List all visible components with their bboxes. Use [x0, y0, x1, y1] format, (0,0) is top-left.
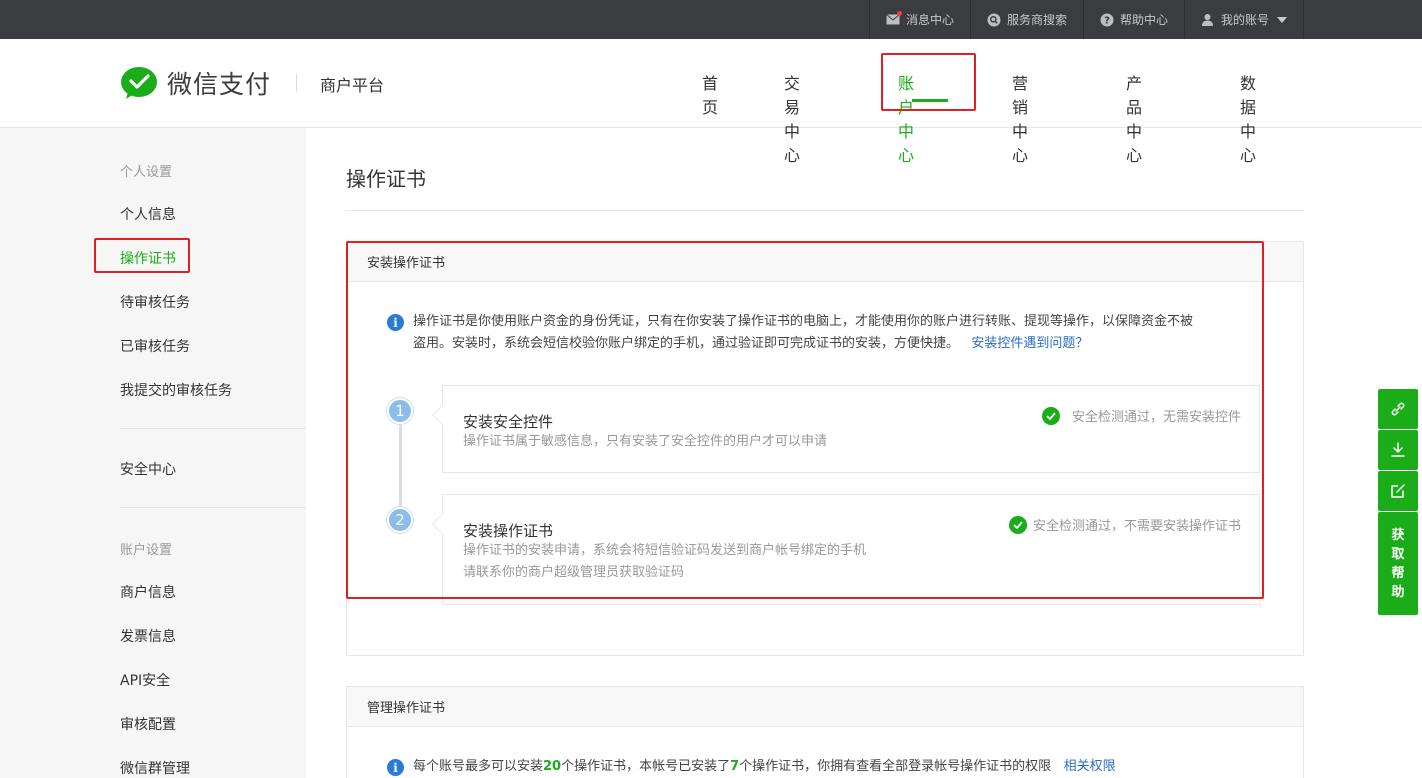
sidebar-item-invoice-info[interactable]: 发票信息	[120, 626, 176, 646]
get-help-char: 获	[1391, 527, 1405, 543]
topbar-provider-search-label: 服务商搜索	[1006, 13, 1067, 27]
nav-trade-center[interactable]: 交易中心	[784, 70, 800, 166]
get-help-char: 取	[1391, 546, 1405, 562]
topbar-provider-search[interactable]: 服务商搜索	[969, 0, 1083, 39]
mail-icon	[886, 10, 902, 27]
sidebar-group-account: 账户设置	[120, 543, 173, 558]
sidebar-item-personal-info[interactable]: 个人信息	[120, 204, 176, 224]
topbar-help-center[interactable]: ? 帮助中心	[1082, 0, 1184, 39]
svg-text:?: ?	[1104, 15, 1110, 26]
max-cert-count: 20	[543, 759, 562, 774]
sidebar-item-my-submitted[interactable]: 我提交的审核任务	[120, 380, 232, 400]
nav-data-center[interactable]: 数据中心	[1240, 70, 1256, 166]
link-button[interactable]	[1378, 389, 1418, 429]
nav-marketing-center[interactable]: 营销中心	[1012, 70, 1028, 166]
sidebar-item-wechat-group[interactable]: 微信群管理	[120, 758, 190, 778]
topbar-messages[interactable]: 消息中心	[868, 0, 970, 39]
sidebar: 个人设置 个人信息 操作证书 待审核任务 已审核任务 我提交的审核任务 安全中心…	[0, 128, 306, 778]
download-icon	[1391, 442, 1405, 457]
edit-button[interactable]	[1378, 471, 1418, 511]
search-icon	[987, 13, 1001, 27]
download-button[interactable]	[1378, 430, 1418, 470]
sidebar-item-pending-review[interactable]: 待审核任务	[120, 292, 190, 312]
help-icon: ?	[1100, 13, 1114, 27]
floating-toolbar: 获 取 帮 助	[1378, 389, 1418, 615]
highlight-sidebar-operation-cert	[94, 238, 190, 273]
nav-home[interactable]: 首页	[702, 70, 718, 118]
topbar-help-center-label: 帮助中心	[1119, 13, 1168, 27]
sidebar-item-review-config[interactable]: 审核配置	[120, 714, 176, 734]
installed-cert-count: 7	[730, 759, 740, 774]
manage-info-text: 每个账号最多可以安装20个操作证书，本帐号已安装了7个操作证书，你拥有查看全部登…	[413, 756, 1283, 778]
get-help-char: 帮	[1391, 565, 1405, 581]
logo-text: 微信支付	[167, 70, 272, 99]
related-permissions-link[interactable]: 相关权限	[1064, 759, 1116, 774]
link-icon	[1391, 402, 1405, 416]
platform-name: 商户平台	[320, 76, 385, 95]
sidebar-item-reviewed[interactable]: 已审核任务	[120, 336, 190, 356]
manage-info-part-a: 每个账号最多可以安装	[413, 759, 544, 774]
topbar-messages-label: 消息中心	[905, 13, 954, 27]
manage-info-part-c: 个操作证书，你拥有查看全部登录帐号操作证书的权限	[739, 759, 1052, 774]
sidebar-group-personal: 个人设置	[120, 165, 173, 180]
highlight-install-panel	[346, 241, 1264, 599]
top-bar: 消息中心 服务商搜索 ? 帮助中心 我的账号	[0, 0, 1422, 39]
wechat-pay-logo[interactable]: 微信支付	[120, 65, 271, 101]
sidebar-item-security-center[interactable]: 安全中心	[120, 459, 176, 479]
sidebar-item-merchant-info[interactable]: 商户信息	[120, 582, 176, 602]
sidebar-item-api-security[interactable]: API安全	[120, 670, 170, 690]
page-title: 操作证书	[346, 167, 426, 191]
edit-icon	[1391, 484, 1405, 498]
get-help-char: 助	[1391, 584, 1405, 600]
sidebar-divider	[120, 428, 306, 429]
user-icon	[1201, 13, 1215, 27]
get-help-button[interactable]: 获 取 帮 助	[1378, 512, 1418, 615]
chevron-down-icon	[1277, 16, 1287, 23]
topbar-my-account-label: 我的账号	[1220, 13, 1269, 27]
highlight-nav-account-center	[881, 53, 976, 111]
topbar-my-account[interactable]: 我的账号	[1183, 0, 1304, 39]
manage-cert-panel-title: 管理操作证书	[347, 687, 1303, 727]
main-header: 微信支付 商户平台 首页 交易中心 账户中心 营销中心 产品中心 数据中心	[0, 39, 1422, 165]
logo-separator	[296, 74, 297, 92]
manage-info-part-b: 个操作证书，本帐号已安装了	[561, 759, 731, 774]
info-icon: i	[387, 759, 404, 776]
sidebar-divider	[120, 507, 306, 508]
nav-product-center[interactable]: 产品中心	[1126, 70, 1142, 166]
wechat-pay-logo-icon	[121, 67, 157, 99]
title-divider	[346, 210, 1304, 211]
